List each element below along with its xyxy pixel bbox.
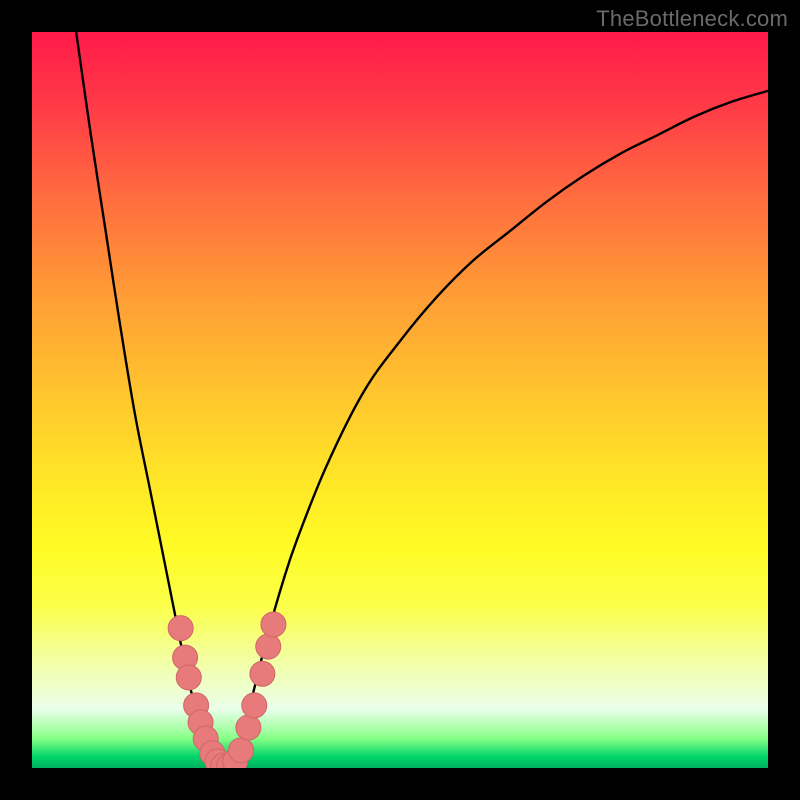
data-marker — [261, 612, 286, 637]
data-marker — [168, 616, 193, 641]
chart-frame: TheBottleneck.com — [0, 0, 800, 800]
data-marker — [236, 715, 261, 740]
data-marker — [242, 693, 267, 718]
data-marker — [176, 665, 201, 690]
data-marker — [256, 634, 281, 659]
right-branch-path — [223, 91, 768, 767]
watermark-text: TheBottleneck.com — [596, 6, 788, 32]
chart-svg — [32, 32, 768, 768]
data-marker — [229, 738, 254, 763]
data-marker — [250, 661, 275, 686]
plot-area — [32, 32, 768, 768]
left-branch-path — [76, 32, 223, 767]
data-markers-group — [168, 612, 286, 768]
